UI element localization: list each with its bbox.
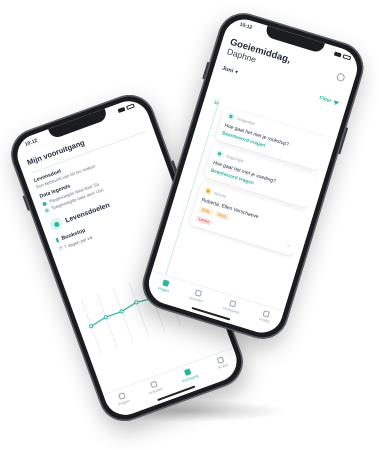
volume-button	[202, 61, 210, 80]
overview-screen: 10:12 Goeiemiddag, Daphne Juni ▾ Filter	[143, 14, 363, 338]
profile-icon	[216, 356, 225, 364]
activity-icon	[194, 289, 202, 297]
chat-icon	[226, 112, 236, 121]
tag-badge: Zorg	[198, 205, 214, 216]
tab-label: Voortgang	[181, 373, 200, 384]
signal-icon	[117, 106, 126, 114]
status-time: 10:12	[238, 21, 253, 32]
month-dropdown[interactable]: Juni ▾	[221, 66, 238, 76]
tab-vragen[interactable]: Vragen	[157, 278, 172, 293]
activity-icon	[149, 380, 158, 389]
card-type-label: Vragenlijst	[236, 115, 256, 127]
progress-icon	[184, 368, 192, 376]
tag-badge: Zorg	[214, 210, 230, 221]
volume-button	[22, 195, 30, 212]
tab-label: Vragen	[156, 286, 170, 294]
legend-dot-icon	[41, 200, 47, 207]
data-point[interactable]	[134, 300, 139, 305]
tab-label: Voortgang	[222, 305, 240, 315]
clock-icon: ◷	[57, 244, 64, 251]
status-time: 10:12	[24, 137, 39, 148]
attachment-icon[interactable]: ⌕	[286, 243, 290, 250]
grid-line	[97, 294, 118, 349]
message-icon	[203, 186, 213, 196]
tab-label: Profiel	[217, 362, 229, 371]
bar-chart-icon: ▮	[54, 237, 61, 245]
tab-label: Profiel	[258, 317, 271, 325]
data-point[interactable]	[89, 324, 94, 329]
month-label: Juni	[221, 65, 234, 75]
progress-icon	[229, 299, 237, 308]
timeline-day: 10	[213, 99, 220, 106]
tab-profiel[interactable]: Profiel	[215, 355, 229, 370]
tab-activiteit[interactable]: Activiteit	[189, 288, 206, 304]
tab-label: Activiteit	[188, 295, 204, 304]
tab-vragen[interactable]: Vragen	[115, 391, 131, 407]
filter-button[interactable]: Filter	[318, 95, 340, 107]
profile-icon	[262, 310, 271, 318]
power-button	[338, 127, 349, 155]
battery-icon	[342, 54, 352, 61]
filter-label: Filter	[318, 95, 332, 105]
filter-icon	[332, 100, 340, 107]
questions-icon	[117, 392, 126, 401]
legend-dot-icon	[44, 207, 50, 213]
status-icons	[117, 103, 135, 114]
tab-label: Activiteit	[148, 386, 164, 396]
data-point[interactable]	[119, 309, 124, 314]
data-point[interactable]	[103, 315, 108, 320]
goal-icon	[48, 216, 64, 232]
card-type-label: Vragenlijst	[225, 153, 245, 164]
card-type-label: Bericht	[213, 190, 227, 199]
grid-line	[112, 288, 134, 344]
tab-voortgang[interactable]: Voortgang	[222, 298, 242, 315]
status-icons	[333, 51, 352, 61]
signal-icon	[333, 51, 342, 58]
status-badge: Lezen	[195, 215, 213, 226]
tab-label: Vragen	[117, 398, 131, 407]
battery-icon	[126, 103, 135, 110]
questions-icon	[161, 279, 170, 287]
chevron-down-icon: ▾	[233, 69, 239, 77]
tab-profiel[interactable]: Profiel	[259, 309, 273, 324]
tab-activiteit[interactable]: Activiteit	[146, 379, 163, 395]
chat-icon	[215, 149, 224, 159]
overview-content: Goeiemiddag, Daphne Juni ▾ Filter 10 Vra…	[160, 30, 351, 309]
tab-voortgang[interactable]: Voortgang	[179, 366, 199, 383]
